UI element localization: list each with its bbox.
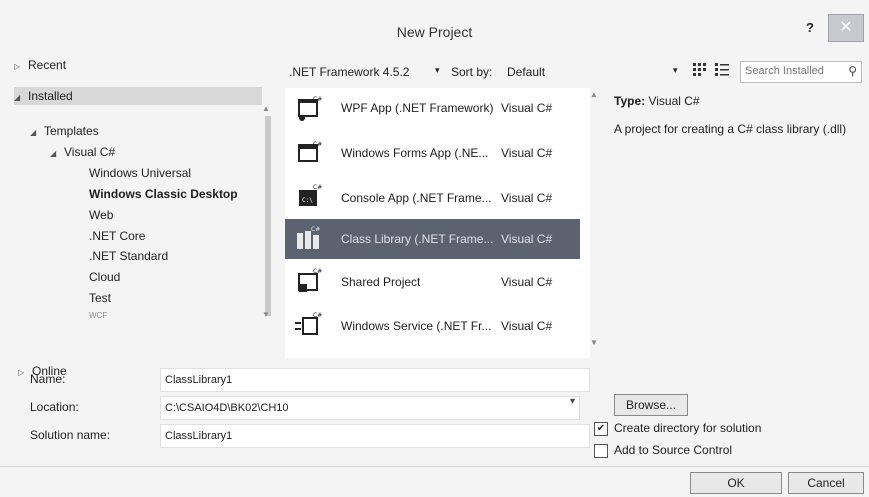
tree-node-label: Visual C# [64, 145, 116, 159]
tree-node-templates[interactable]: ◢ Templates [30, 124, 99, 138]
template-row-windows-forms[interactable]: C# Windows Forms App (.NE... Visual C# [285, 133, 580, 173]
template-language: Visual C# [501, 191, 553, 205]
svg-text:C:\: C:\ [302, 197, 313, 204]
template-row-class-library[interactable]: C# Class Library (.NET Frame... Visual C… [285, 219, 580, 259]
svg-text:C#: C# [311, 226, 320, 233]
sort-by-label: Sort by: [451, 65, 493, 79]
template-category-tree: ▷ Recent ◢ Installed ◢ Templates ◢ Visual C#… [14, 56, 276, 384]
type-value: Visual C# [648, 94, 700, 108]
template-description: A project for creating a C# class librar… [614, 122, 847, 136]
windows-forms-icon: C# [293, 139, 323, 167]
help-button[interactable]: ? [806, 20, 814, 35]
tree-item-test[interactable]: Test [89, 291, 111, 305]
svg-text:C#: C# [313, 96, 322, 103]
template-name: Class Library (.NET Frame... [341, 232, 494, 246]
template-name: Console App (.NET Frame... [341, 191, 492, 205]
title-bar: New Project ? ✕ [0, 0, 869, 44]
search-input[interactable] [741, 62, 845, 80]
windows-service-icon: C# [293, 312, 323, 340]
shared-project-icon: C# [293, 268, 323, 296]
template-language: Visual C# [501, 101, 553, 115]
template-row-console-app[interactable]: C:\ C# Console App (.NET Frame... Visual … [285, 178, 580, 218]
type-label: Type: [614, 94, 646, 108]
tree-node-label: Templates [44, 124, 99, 138]
sort-by-select[interactable]: Default ▾ [507, 62, 687, 82]
template-toolbar: .NET Framework 4.5.2 ▾ Sort by: Default … [285, 58, 865, 86]
ok-button[interactable]: OK [690, 472, 782, 494]
template-type: Type: Visual C# [614, 94, 854, 108]
tree-item-windows-universal[interactable]: Windows Universal [89, 166, 191, 180]
search-icon[interactable]: ⚲ [848, 64, 857, 78]
solution-name-input[interactable] [160, 424, 590, 448]
new-project-dialog: New Project ? ✕ ▷ Recent ◢ Installed ◢ Temp… [0, 0, 869, 497]
tree-scrollbar[interactable] [265, 116, 271, 316]
framework-select[interactable]: .NET Framework 4.5.2 ▾ [285, 62, 445, 82]
template-details: Type: Visual C# A project for creating a… [614, 94, 854, 137]
template-row-windows-service[interactable]: C# Windows Service (.NET Fr... Visual C# [285, 306, 580, 346]
template-language: Visual C# [501, 319, 553, 333]
solution-name-label: Solution name: [30, 428, 111, 442]
dialog-title: New Project [396, 24, 473, 40]
template-name: Windows Service (.NET Fr... [341, 319, 492, 333]
collapse-arrow-icon: ◢ [14, 93, 21, 102]
template-list-scroll-down-icon[interactable]: ▼ [590, 338, 598, 347]
collapse-arrow-icon: ◢ [50, 149, 57, 158]
list-view-icon[interactable] [713, 61, 731, 79]
tree-scroll-up-icon[interactable]: ▲ [262, 104, 270, 113]
collapse-arrow-icon: ◢ [30, 128, 37, 137]
tree-item-web[interactable]: Web [89, 208, 113, 222]
template-name: Shared Project [341, 275, 421, 289]
template-row-wpf-app[interactable]: C# WPF App (.NET Framework) Visual C# [285, 88, 580, 128]
tree-node-recent[interactable]: ▷ Recent [14, 58, 66, 72]
template-name: WPF App (.NET Framework) [341, 101, 494, 115]
source-control-checkbox[interactable] [594, 444, 608, 458]
tree-node-label: Installed [28, 89, 73, 103]
source-control-label: Add to Source Control [614, 443, 733, 457]
tree-item-windows-classic-desktop[interactable]: Windows Classic Desktop [89, 187, 238, 201]
cancel-button[interactable]: Cancel [788, 472, 864, 494]
svg-text:C#: C# [313, 268, 322, 275]
name-label: Name: [30, 372, 66, 386]
template-name: Windows Forms App (.NE... [341, 146, 489, 160]
create-directory-checkbox[interactable]: ✔ [594, 422, 608, 436]
search-box[interactable]: ⚲ [740, 61, 862, 83]
console-app-icon: C:\ C# [293, 184, 323, 212]
tree-node-installed[interactable]: ◢ Installed [14, 87, 262, 105]
wpf-app-icon: C# [293, 94, 323, 122]
tree-item-wcf[interactable]: WCF [89, 311, 107, 318]
create-directory-label: Create directory for solution [614, 421, 762, 435]
checkmark-icon: ✔ [596, 423, 606, 434]
location-dropdown-icon[interactable]: ▾ [570, 396, 575, 407]
template-language: Visual C# [501, 275, 553, 289]
location-label: Location: [30, 400, 79, 414]
grid-view-icon[interactable] [691, 61, 709, 79]
location-input[interactable] [160, 396, 580, 420]
template-row-shared-project[interactable]: C# Shared Project Visual C# [285, 262, 580, 302]
footer-divider [0, 466, 869, 467]
tree-item-cloud[interactable]: Cloud [89, 270, 120, 284]
template-language: Visual C# [501, 232, 553, 246]
svg-text:C#: C# [313, 141, 322, 148]
class-library-icon: C# [293, 225, 323, 253]
sort-by-value: Default [507, 65, 546, 79]
tree-item-net-core[interactable]: .NET Core [89, 229, 145, 243]
template-language: Visual C# [501, 146, 553, 160]
tree-scroll-down-icon[interactable]: ▼ [262, 310, 270, 319]
tree-item-net-standard[interactable]: .NET Standard [89, 249, 168, 263]
name-input[interactable] [160, 368, 590, 392]
expand-arrow-icon: ▷ [14, 62, 21, 71]
close-button[interactable]: ✕ [828, 14, 864, 42]
svg-text:C#: C# [313, 184, 322, 191]
tree-node-label: Recent [28, 58, 67, 72]
tree-node-visual-csharp[interactable]: ◢ Visual C# [50, 145, 115, 159]
browse-button[interactable]: Browse... [614, 394, 688, 416]
template-list-scroll-up-icon[interactable]: ▲ [590, 90, 598, 99]
template-list: C# WPF App (.NET Framework) Visual C# C#… [285, 88, 590, 358]
chevron-down-icon: ▾ [673, 65, 678, 75]
svg-text:C#: C# [313, 312, 322, 319]
chevron-down-icon: ▾ [435, 65, 440, 75]
framework-select-value: .NET Framework 4.5.2 [289, 65, 410, 79]
